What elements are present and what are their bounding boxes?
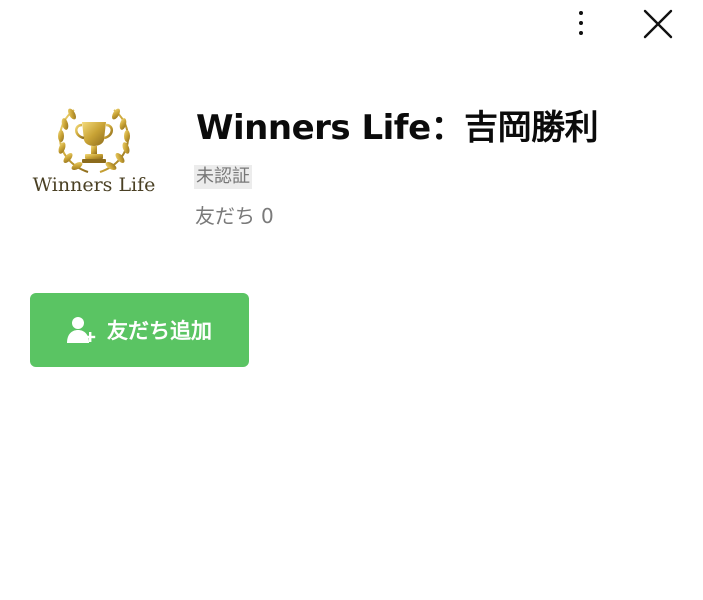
close-button[interactable] xyxy=(638,4,678,44)
verification-status-badge: 未認証 xyxy=(194,165,252,189)
more-vertical-icon-dot xyxy=(579,21,583,25)
add-friend-button[interactable]: 友だち追加 xyxy=(30,293,249,367)
account-name: Winners Life：吉岡勝利 xyxy=(196,108,599,148)
profile-logo: Winners Life xyxy=(30,100,158,204)
close-icon xyxy=(643,9,673,39)
trophy-laurel-icon xyxy=(58,108,130,173)
friend-count-label: 友だち xyxy=(195,204,255,228)
add-friend-label: 友だち追加 xyxy=(107,319,212,343)
more-vertical-icon xyxy=(579,11,583,15)
logo-text: Winners Life xyxy=(32,174,156,196)
more-vertical-icon-dot xyxy=(579,31,583,35)
more-options-button[interactable] xyxy=(564,4,598,42)
friend-count-value: 0 xyxy=(261,204,274,228)
friend-count: 友だち 0 xyxy=(195,200,274,229)
add-user-icon xyxy=(67,317,96,343)
